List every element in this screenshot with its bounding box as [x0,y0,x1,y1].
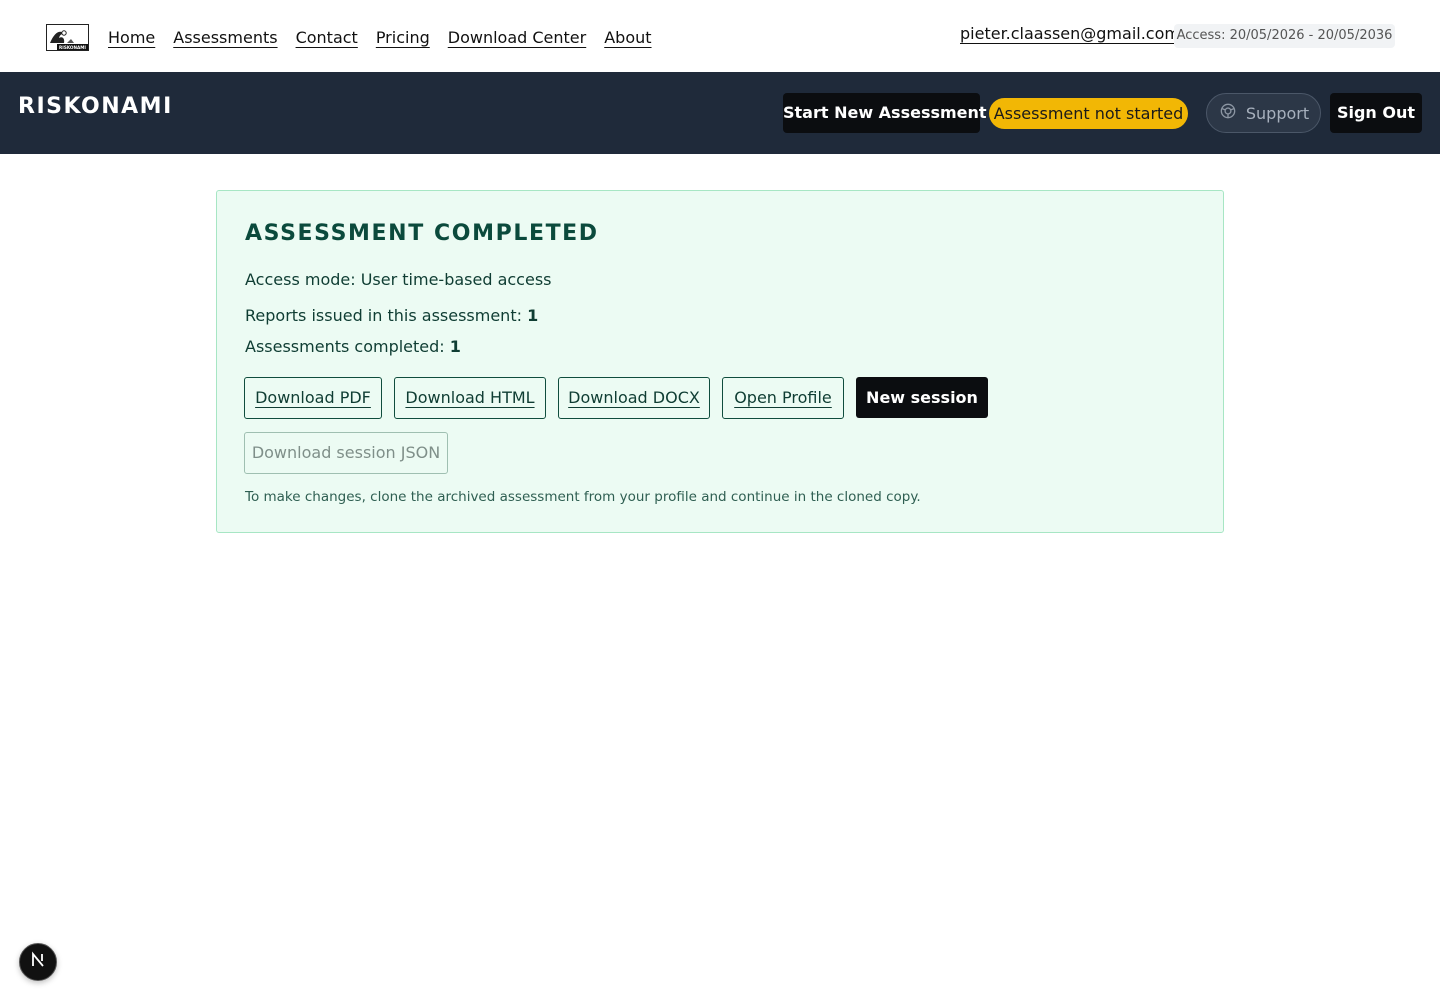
user-email-link[interactable]: pieter.claassen@gmail.com [960,24,1180,43]
start-new-assessment-button[interactable]: Start New Assessment [783,93,987,133]
top-navigation: RISKONAMI Home Assessments Contact Prici… [0,0,1440,72]
riskonami-logo[interactable]: RISKONAMI [46,24,89,51]
nav-link-assessments[interactable]: Assessments [173,28,277,47]
assessment-status-badge: Assessment not started [989,98,1188,129]
download-html-button[interactable]: Download HTML [394,377,546,419]
brand-title: RISKONAMI [18,94,173,119]
support-button-label: Support [1245,103,1310,123]
download-docx-button[interactable]: Download DOCX [558,377,710,419]
n-logo-icon [29,951,47,973]
assessments-completed-value: 1 [449,337,461,356]
nav-link-about[interactable]: About [604,28,651,47]
access-mode-text: Access mode: User time-based access [245,270,552,289]
assessment-completed-card: ASSESSMENT COMPLETED Access mode: User t… [216,190,1224,533]
dev-tools-badge[interactable] [19,943,57,981]
reports-issued-label: Reports issued in this assessment: [245,306,522,325]
nav-link-pricing[interactable]: Pricing [376,28,430,47]
new-session-button[interactable]: New session [856,377,988,418]
clone-instructions-note: To make changes, clone the archived asse… [245,489,921,505]
assessments-completed-row: Assessments completed: 1 [245,337,461,356]
download-session-json-button: Download session JSON [244,432,448,474]
assessments-completed-label: Assessments completed: [245,337,445,356]
sign-out-button[interactable]: Sign Out [1330,93,1422,133]
card-title: ASSESSMENT COMPLETED [245,221,599,246]
support-button[interactable]: Support [1206,93,1321,133]
logo-wordmark: RISKONAMI [59,45,86,50]
nav-links: Home Assessments Contact Pricing Downloa… [108,24,652,50]
reports-issued-row: Reports issued in this assessment: 1 [245,306,538,325]
app-header: RISKONAMI Start New Assessment Assessmen… [0,72,1440,154]
reports-issued-value: 1 [527,306,539,325]
nav-link-home[interactable]: Home [108,28,155,47]
nav-link-contact[interactable]: Contact [296,28,358,47]
nav-link-download-center[interactable]: Download Center [448,28,586,47]
access-period-badge: Access: 20/05/2026 - 20/05/2036 [1174,24,1395,48]
open-profile-button[interactable]: Open Profile [722,377,844,419]
support-icon [1218,101,1238,125]
download-pdf-button[interactable]: Download PDF [244,377,382,419]
